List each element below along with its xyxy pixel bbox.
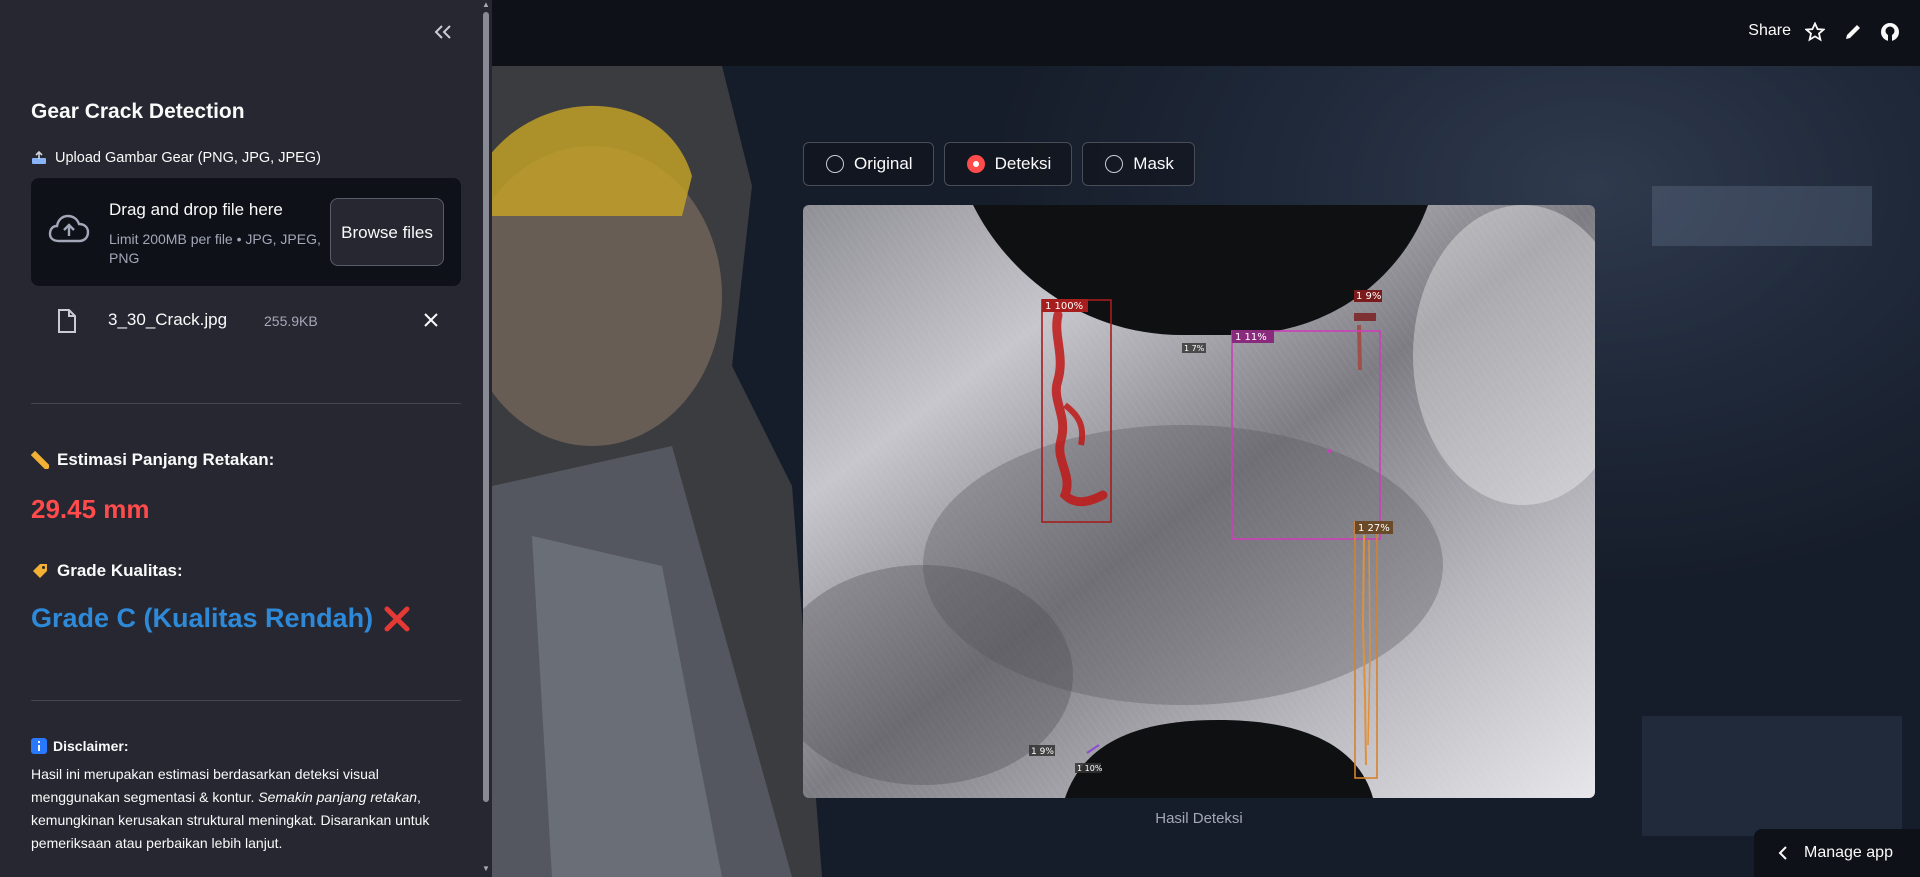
cross-mark-icon	[384, 606, 410, 631]
view-mode-radio: Original Deteksi Mask	[803, 142, 1195, 186]
radio-original-label: Original	[854, 154, 913, 173]
chevron-left-icon	[1778, 846, 1787, 860]
uploaded-file: 3_30_Crack.jpg 255.9KB	[31, 304, 461, 340]
share-button[interactable]: Share	[1748, 22, 1791, 40]
sidebar: Gear Crack Detection Upload Gambar Gear …	[0, 0, 492, 877]
box4-label: 1 27%	[1358, 523, 1390, 534]
disclaimer-title: Disclaimer:	[31, 738, 128, 754]
scroll-up-arrow-icon[interactable]: ▲	[482, 0, 490, 9]
box1-label: 1 100%	[1045, 301, 1083, 312]
detection-result-image: 1 100% 1 9% 1 11% 1 7% 1 27% 1 9% 1 10%	[803, 205, 1595, 798]
radio-mask-label: Mask	[1133, 154, 1174, 173]
edit-button[interactable]	[1841, 20, 1865, 44]
radio-circle-icon	[1105, 155, 1124, 173]
small1-label: 1 7%	[1184, 344, 1205, 353]
github-button[interactable]	[1878, 20, 1902, 44]
dropzone-instruction: Drag and drop file here	[109, 200, 283, 219]
tag-icon	[33, 564, 47, 578]
grade-value: Grade C (Kualitas Rendah)	[31, 603, 411, 634]
main-menu-button[interactable]	[1910, 20, 1920, 44]
grade-label: Grade Kualitas:	[31, 561, 183, 581]
upload-tray-icon	[32, 151, 46, 164]
divider	[31, 700, 461, 701]
top-toolbar: Share	[492, 0, 1920, 66]
manage-app-label: Manage app	[1804, 844, 1893, 861]
radio-deteksi-label: Deteksi	[994, 154, 1052, 173]
box5-label: 1 9%	[1031, 747, 1054, 757]
grade-label-text: Grade Kualitas:	[57, 561, 183, 580]
scrollbar-thumb[interactable]	[483, 12, 489, 802]
disclaimer-text: Hasil ini merupakan estimasi berdasarkan…	[31, 763, 451, 855]
image-caption: Hasil Deteksi	[1155, 810, 1243, 827]
star-icon	[1805, 22, 1825, 42]
box6-label: 1 10%	[1077, 764, 1103, 773]
disclaimer-emphasis: Semakin panjang retakan	[258, 789, 418, 805]
ruler-icon	[31, 451, 49, 469]
grade-value-text: Grade C (Kualitas Rendah)	[31, 603, 374, 633]
gear-surface-image: 1 100% 1 9% 1 11% 1 7% 1 27% 1 9% 1 10%	[803, 205, 1595, 798]
file-dropzone[interactable]: Drag and drop file here Limit 200MB per …	[31, 178, 461, 286]
double-chevron-left-icon	[434, 25, 451, 39]
box3-label: 1 11%	[1235, 332, 1267, 343]
radio-circle-icon	[826, 155, 844, 173]
main-content: Original Deteksi Mask 1 100% 1 9% 1 11% …	[492, 66, 1920, 877]
upload-label: Upload Gambar Gear (PNG, JPG, JPEG)	[31, 150, 321, 166]
manage-app-button[interactable]: Manage app	[1754, 829, 1920, 877]
cloud-upload-icon	[48, 214, 90, 243]
file-name: 3_30_Crack.jpg	[108, 310, 228, 329]
browse-files-button[interactable]: Browse files	[330, 198, 444, 266]
box2-label: 1 9%	[1356, 291, 1381, 302]
length-label-text: Estimasi Panjang Retakan:	[57, 450, 275, 469]
radio-original[interactable]: Original	[803, 142, 934, 186]
length-label: Estimasi Panjang Retakan:	[31, 450, 274, 470]
radio-selected-icon	[966, 155, 985, 173]
collapse-sidebar-button[interactable]	[430, 18, 456, 46]
radio-deteksi[interactable]: Deteksi	[943, 142, 1073, 186]
sidebar-scrollbar[interactable]: ▲ ▼	[480, 0, 492, 877]
divider	[31, 403, 461, 404]
star-button[interactable]	[1803, 20, 1827, 44]
upload-label-text: Upload Gambar Gear (PNG, JPG, JPEG)	[55, 150, 321, 166]
app-title: Gear Crack Detection	[31, 100, 245, 123]
file-icon	[58, 309, 76, 333]
scroll-down-arrow-icon[interactable]: ▼	[482, 864, 490, 873]
pencil-icon	[1846, 25, 1860, 39]
dropzone-limit: Limit 200MB per file • JPG, JPEG, PNG	[109, 231, 321, 266]
file-size: 255.9KB	[264, 313, 318, 329]
close-icon	[424, 313, 438, 327]
info-icon	[31, 738, 47, 754]
github-icon	[1881, 23, 1899, 41]
disclaimer-title-text: Disclaimer:	[53, 738, 129, 754]
remove-file-button[interactable]	[419, 308, 443, 332]
radio-mask[interactable]: Mask	[1082, 142, 1195, 186]
crack-length-value: 29.45 mm	[31, 494, 150, 524]
